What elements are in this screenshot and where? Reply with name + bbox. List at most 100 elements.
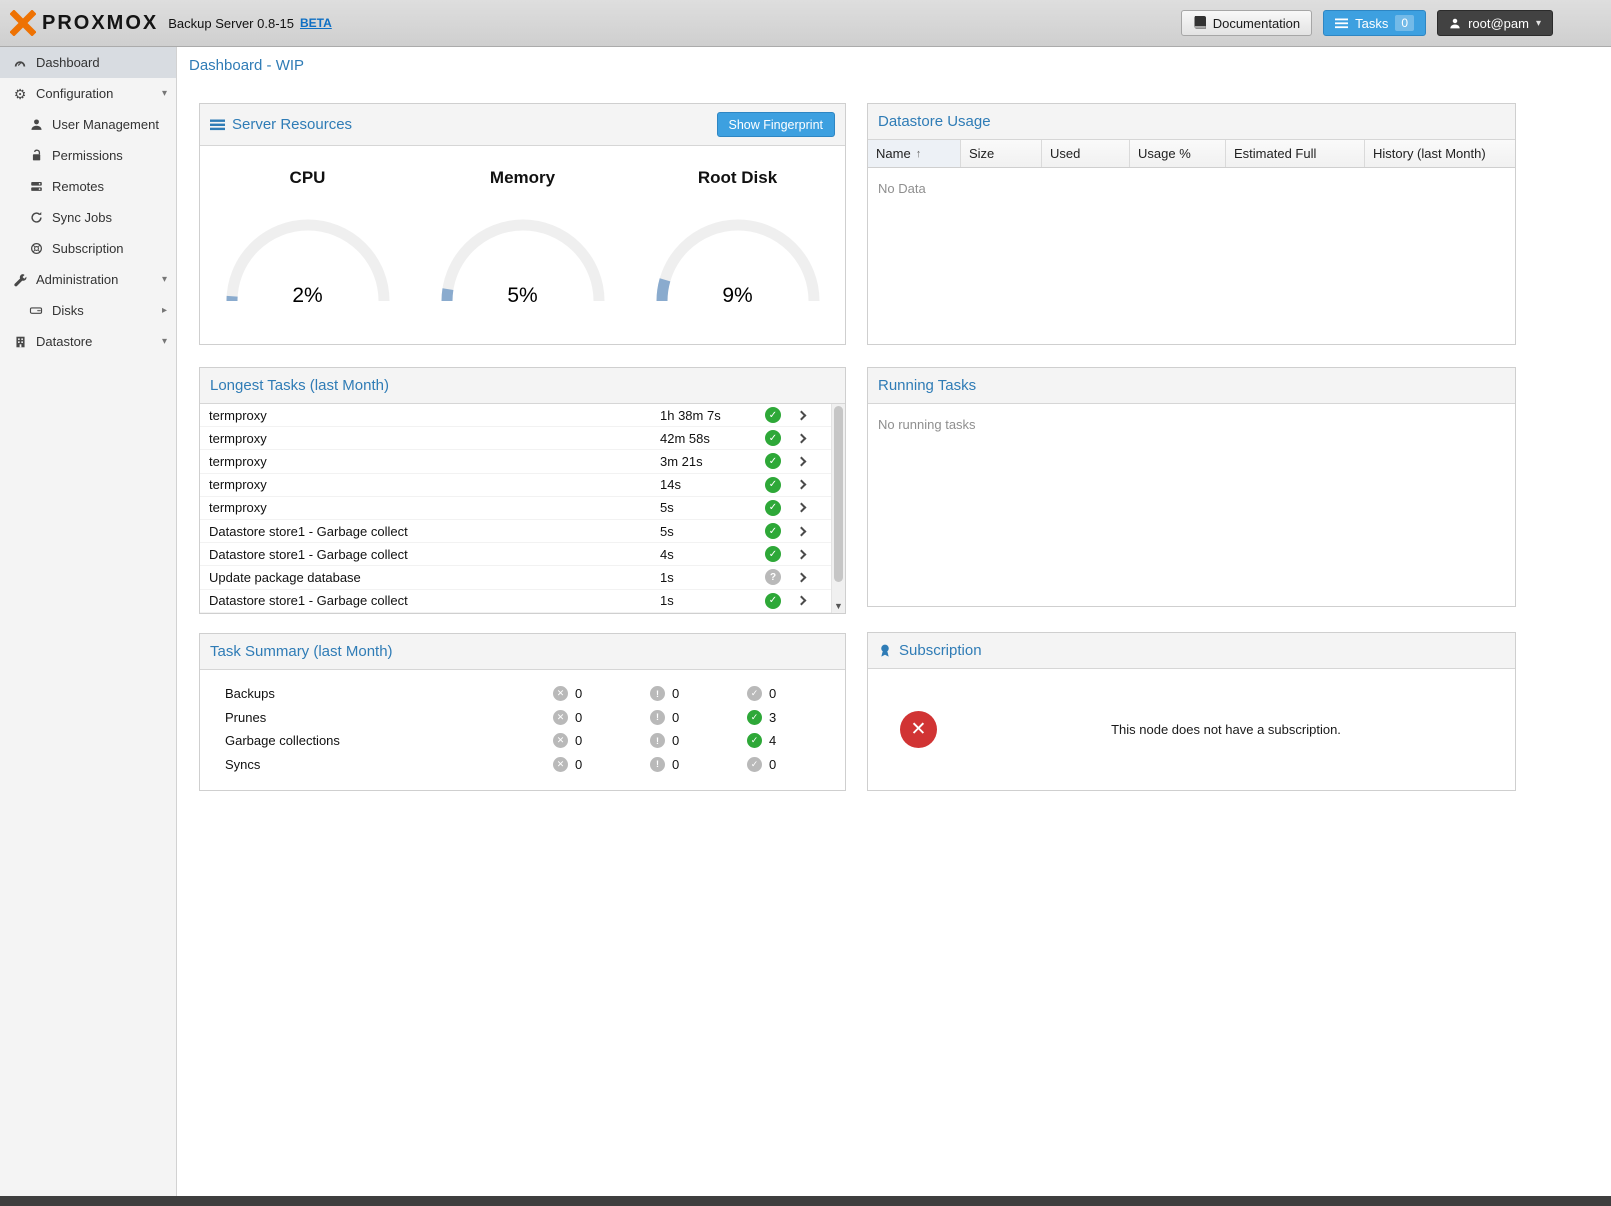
expand-arrow-icon[interactable]: ▾ — [162, 274, 167, 285]
page-titlebar: Dashboard - WIP — [177, 47, 1611, 83]
ok-count-group: 4 — [747, 733, 844, 748]
task-row[interactable]: termproxy 1h 38m 7s — [200, 404, 831, 427]
sidebar-item-datastore[interactable]: Datastore ▾ — [0, 326, 176, 357]
error-circle-icon — [553, 710, 568, 725]
scrollbar-track[interactable]: ▼ — [831, 404, 845, 613]
proxmox-logo[interactable]: PROXMOX — [10, 10, 158, 36]
warning-count: 0 — [672, 757, 679, 772]
task-row[interactable]: Datastore store1 - Garbage collect 4s — [200, 543, 831, 566]
header-actions: Documentation Tasks 0 root@pam ▾ — [1181, 10, 1553, 36]
cpu-gauge-cell: CPU 2% — [200, 146, 415, 344]
gears-icon: ⚙ — [12, 87, 28, 101]
main-row: Dashboard ⚙ Configuration ▾ User Managem… — [0, 47, 1611, 1196]
gauge-label: CPU — [290, 168, 326, 188]
sidebar-item-configuration[interactable]: ⚙ Configuration ▾ — [0, 78, 176, 109]
hdd-icon — [28, 304, 44, 317]
chevron-right-icon[interactable] — [797, 457, 807, 467]
task-name: Datastore store1 - Garbage collect — [209, 593, 660, 608]
error-circle-icon — [553, 757, 568, 772]
tasks-button[interactable]: Tasks 0 — [1323, 10, 1426, 36]
task-duration: 5s — [660, 500, 765, 515]
root-disk-gauge: 9% — [645, 204, 831, 308]
show-fingerprint-button[interactable]: Show Fingerprint — [717, 112, 836, 137]
sidebar-label: Sync Jobs — [52, 210, 112, 225]
task-duration: 1s — [660, 570, 765, 585]
task-row[interactable]: termproxy 3m 21s — [200, 450, 831, 473]
documentation-button[interactable]: Documentation — [1181, 10, 1312, 36]
gauge-label: Memory — [490, 168, 555, 188]
task-row[interactable]: termproxy 5s — [200, 497, 831, 520]
sidebar-item-permissions[interactable]: Permissions — [0, 140, 176, 171]
column-header-usage-percent[interactable]: Usage % — [1130, 140, 1226, 167]
ok-count: 3 — [769, 710, 776, 725]
sidebar-item-administration[interactable]: Administration ▾ — [0, 264, 176, 295]
summary-row-backups[interactable]: Backups 0 0 0 — [225, 682, 845, 706]
sidebar: Dashboard ⚙ Configuration ▾ User Managem… — [0, 47, 177, 1196]
check-circle-icon — [747, 733, 762, 748]
warning-count-group: 0 — [650, 757, 747, 772]
expand-arrow-icon[interactable]: ▾ — [162, 88, 167, 99]
task-status-icon — [765, 453, 781, 469]
task-name: Update package database — [209, 570, 660, 585]
task-row[interactable]: Datastore store1 - Garbage collect 1s — [200, 590, 831, 613]
brand-wordmark: PROXMOX — [42, 12, 158, 35]
documentation-label: Documentation — [1213, 16, 1300, 31]
book-icon — [1193, 16, 1206, 30]
sidebar-item-disks[interactable]: Disks ▸ — [0, 295, 176, 326]
column-header-estimated-full[interactable]: Estimated Full — [1226, 140, 1365, 167]
chevron-right-icon[interactable] — [797, 596, 807, 606]
task-row[interactable]: termproxy 42m 58s — [200, 427, 831, 450]
chevron-right-icon[interactable] — [797, 526, 807, 536]
column-header-name[interactable]: Name ↑ — [868, 140, 961, 167]
server-resources-header: Server Resources Show Fingerprint — [200, 104, 845, 146]
panel-title: Datastore Usage — [878, 113, 991, 130]
warning-count: 0 — [672, 710, 679, 725]
task-row[interactable]: termproxy 14s — [200, 474, 831, 497]
scroll-down-button[interactable]: ▼ — [832, 599, 845, 613]
chevron-right-icon[interactable] — [797, 503, 807, 513]
column-header-size[interactable]: Size — [961, 140, 1042, 167]
panel-title: Server Resources — [232, 116, 352, 133]
expand-right-arrow-icon[interactable]: ▸ — [162, 305, 167, 316]
task-row[interactable]: Update package database 1s — [200, 566, 831, 589]
sidebar-item-subscription[interactable]: Subscription — [0, 233, 176, 264]
ribbon-icon — [878, 643, 892, 658]
sidebar-item-remotes[interactable]: Remotes — [0, 171, 176, 202]
user-icon — [28, 118, 44, 131]
root-disk-gauge-cell: Root Disk 9% — [630, 146, 845, 344]
sidebar-label: Administration — [36, 272, 118, 287]
expand-arrow-icon[interactable]: ▾ — [162, 336, 167, 347]
ok-count: 0 — [769, 686, 776, 701]
chevron-right-icon[interactable] — [797, 410, 807, 420]
datastore-usage-panel: Datastore Usage Name ↑ Size Used — [867, 103, 1516, 345]
user-menu-button[interactable]: root@pam ▾ — [1437, 10, 1553, 36]
summary-row-prunes[interactable]: Prunes 0 0 3 — [225, 706, 845, 730]
gauge-row: CPU 2% Memory — [200, 146, 845, 344]
warning-count-group: 0 — [650, 733, 747, 748]
building-icon — [12, 335, 28, 349]
summary-row-syncs[interactable]: Syncs 0 0 0 — [225, 753, 845, 777]
dashboard-content: Server Resources Show Fingerprint CPU — [177, 83, 1611, 791]
chevron-right-icon[interactable] — [797, 433, 807, 443]
datastore-usage-header: Datastore Usage — [868, 104, 1515, 140]
task-row[interactable]: Datastore store1 - Garbage collect 5s — [200, 520, 831, 543]
column-header-history[interactable]: History (last Month) — [1365, 140, 1515, 167]
user-icon — [1449, 17, 1461, 30]
beta-link[interactable]: BETA — [300, 16, 332, 30]
sidebar-item-sync-jobs[interactable]: Sync Jobs — [0, 202, 176, 233]
summary-row-garbage-collections[interactable]: Garbage collections 0 0 4 — [225, 729, 845, 753]
column-header-used[interactable]: Used — [1042, 140, 1130, 167]
chevron-right-icon[interactable] — [797, 480, 807, 490]
panel-title: Longest Tasks (last Month) — [210, 377, 389, 394]
task-duration: 4s — [660, 547, 765, 562]
chevron-right-icon[interactable] — [797, 549, 807, 559]
warning-count-group: 0 — [650, 710, 747, 725]
sidebar-item-user-management[interactable]: User Management — [0, 109, 176, 140]
sidebar-item-dashboard[interactable]: Dashboard — [0, 47, 176, 78]
scrollbar-thumb[interactable] — [834, 406, 843, 582]
chevron-right-icon[interactable] — [797, 572, 807, 582]
column-label: Estimated Full — [1234, 146, 1316, 161]
gauge-value: 9% — [645, 284, 831, 308]
task-status-icon — [765, 523, 781, 539]
panel-title: Subscription — [899, 642, 982, 659]
